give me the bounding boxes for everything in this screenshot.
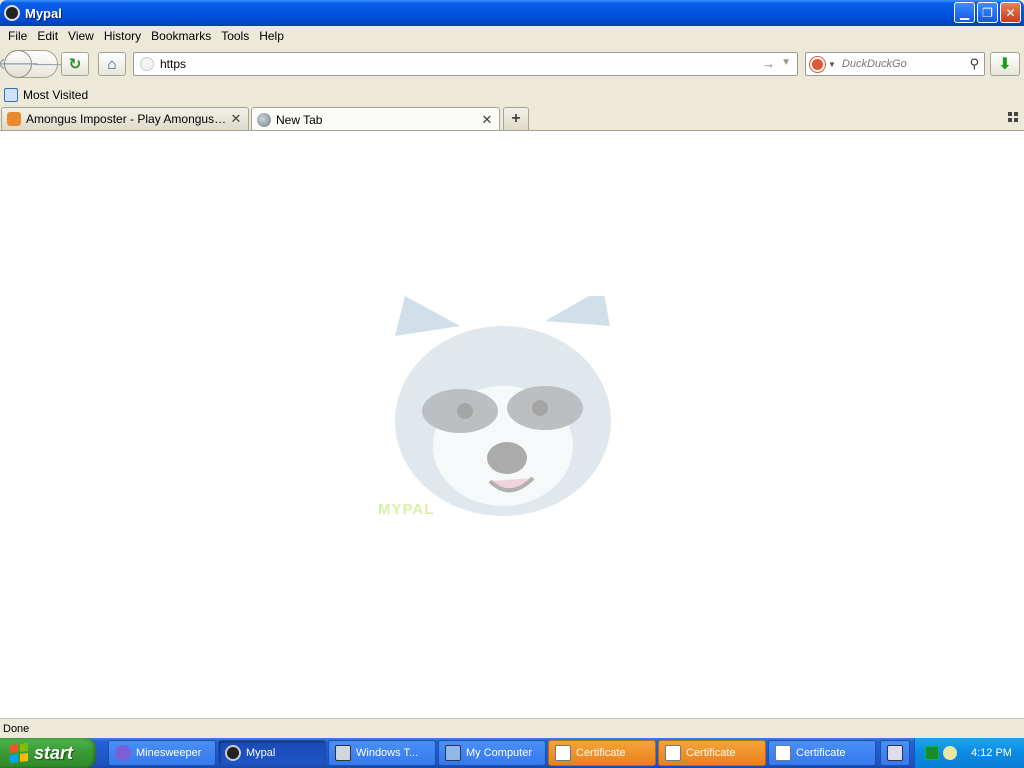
reload-icon: ↻	[68, 56, 82, 73]
menu-edit[interactable]: Edit	[32, 29, 63, 43]
menu-help[interactable]: Help	[254, 29, 289, 43]
bookmarks-toolbar: Most Visited	[0, 84, 1024, 105]
tab-grid-icon[interactable]	[1008, 112, 1018, 122]
back-forward-group: 🡐 🡒	[0, 49, 70, 78]
most-visited-icon	[4, 87, 18, 102]
plus-icon: +	[511, 110, 521, 127]
keyboard-button[interactable]	[880, 740, 910, 766]
computer-icon	[445, 745, 461, 761]
title-bar[interactable]: Mypal ▁ ❐ ✕	[0, 0, 1024, 26]
certificate-icon	[665, 745, 681, 761]
start-label: start	[34, 742, 74, 763]
safely-remove-icon[interactable]	[943, 746, 957, 760]
reload-button[interactable]: ↻	[61, 52, 89, 76]
tab-label: Amongus Imposter - Play Amongus Impo...	[26, 112, 229, 126]
new-tab-button[interactable]: +	[503, 107, 529, 130]
task-windows-task-manager[interactable]: Windows T...	[328, 740, 436, 766]
page-content: MYPAL	[0, 130, 1024, 718]
task-mypal[interactable]: Mypal	[218, 740, 326, 766]
tab-new-tab[interactable]: New Tab ✕	[251, 107, 500, 131]
raccoon-icon	[225, 745, 241, 761]
system-tray: 4:12 PM	[914, 738, 1024, 768]
task-label: Certificate	[576, 747, 626, 759]
tab-bar: Amongus Imposter - Play Amongus Impo... …	[0, 106, 1024, 131]
raccoon-logo-icon	[395, 296, 611, 516]
downloads-button[interactable]: ⬇	[990, 52, 1020, 76]
search-input[interactable]	[841, 58, 962, 70]
start-button[interactable]: start	[0, 738, 96, 768]
task-label: Mypal	[246, 747, 276, 759]
task-label: Certificate	[796, 747, 846, 759]
tab-close-icon[interactable]: ✕	[480, 112, 494, 128]
url-dropdown-icon[interactable]: ▼	[781, 57, 791, 68]
task-label: Certificate	[686, 747, 736, 759]
task-my-computer[interactable]: My Computer	[438, 740, 546, 766]
download-arrow-icon: ⬇	[998, 56, 1012, 73]
certificate-icon	[555, 745, 571, 761]
search-bar: ▼ ⚲	[805, 52, 985, 76]
close-button[interactable]: ✕	[1000, 2, 1021, 23]
task-label: Minesweeper	[136, 747, 202, 759]
network-icon[interactable]	[925, 746, 939, 760]
minesweeper-icon	[115, 745, 131, 761]
tab-close-icon[interactable]: ✕	[229, 111, 243, 127]
menu-bar: File Edit View History Bookmarks Tools H…	[0, 26, 1024, 46]
task-certificate-1[interactable]: Certificate	[548, 740, 656, 766]
url-input[interactable]	[160, 57, 740, 71]
menu-tools[interactable]: Tools	[216, 29, 254, 43]
forward-button[interactable]: 🡒	[32, 56, 70, 73]
task-certificate-3[interactable]: Certificate	[768, 740, 876, 766]
window-controls: ▁ ❐ ✕	[954, 2, 1021, 23]
home-icon: ⌂	[107, 55, 117, 73]
magnifier-icon[interactable]: ⚲	[969, 56, 979, 72]
menu-file[interactable]: File	[3, 29, 32, 43]
menu-view[interactable]: View	[63, 29, 99, 43]
certificate-icon	[775, 745, 791, 761]
status-text: Done	[3, 722, 30, 735]
bookmark-most-visited[interactable]: Most Visited	[23, 88, 88, 102]
clock[interactable]: 4:12 PM	[971, 747, 1012, 759]
task-label: My Computer	[466, 747, 533, 759]
url-bar: → ▼	[133, 52, 798, 76]
duckduckgo-icon[interactable]	[810, 56, 825, 72]
task-certificate-2[interactable]: Certificate	[658, 740, 766, 766]
task-minesweeper[interactable]: Minesweeper	[108, 740, 216, 766]
window-title: Mypal	[25, 5, 62, 21]
site-identity-icon[interactable]	[140, 57, 154, 71]
globe-icon	[257, 112, 271, 127]
windows-flag-icon	[10, 743, 28, 763]
back-button[interactable]: 🡐	[0, 49, 39, 78]
search-engine-dropdown-icon[interactable]: ▼	[828, 60, 836, 69]
taskbar: start Minesweeper Mypal Windows T... My …	[0, 738, 1024, 768]
menu-bookmarks[interactable]: Bookmarks	[146, 29, 216, 43]
status-bar: Done	[0, 718, 1024, 738]
tab-amongus[interactable]: Amongus Imposter - Play Amongus Impo... …	[1, 107, 249, 130]
task-label: Windows T...	[356, 747, 419, 759]
go-arrow-icon[interactable]: →	[762, 56, 775, 71]
task-manager-icon	[335, 745, 351, 761]
mypal-logo-text: MYPAL	[378, 501, 435, 518]
restore-button[interactable]: ❐	[977, 2, 998, 23]
raccoon-icon	[4, 5, 20, 21]
home-button[interactable]: ⌂	[98, 52, 126, 76]
tab-label: New Tab	[276, 112, 323, 127]
minimize-button[interactable]: ▁	[954, 2, 975, 23]
menu-history[interactable]: History	[99, 29, 146, 43]
amongus-favicon-icon	[7, 112, 21, 126]
keyboard-icon	[887, 745, 903, 761]
navigation-toolbar: 🡐 🡒 ↻ ⌂ → ▼ ▼ ⚲ ⬇	[0, 48, 1024, 82]
